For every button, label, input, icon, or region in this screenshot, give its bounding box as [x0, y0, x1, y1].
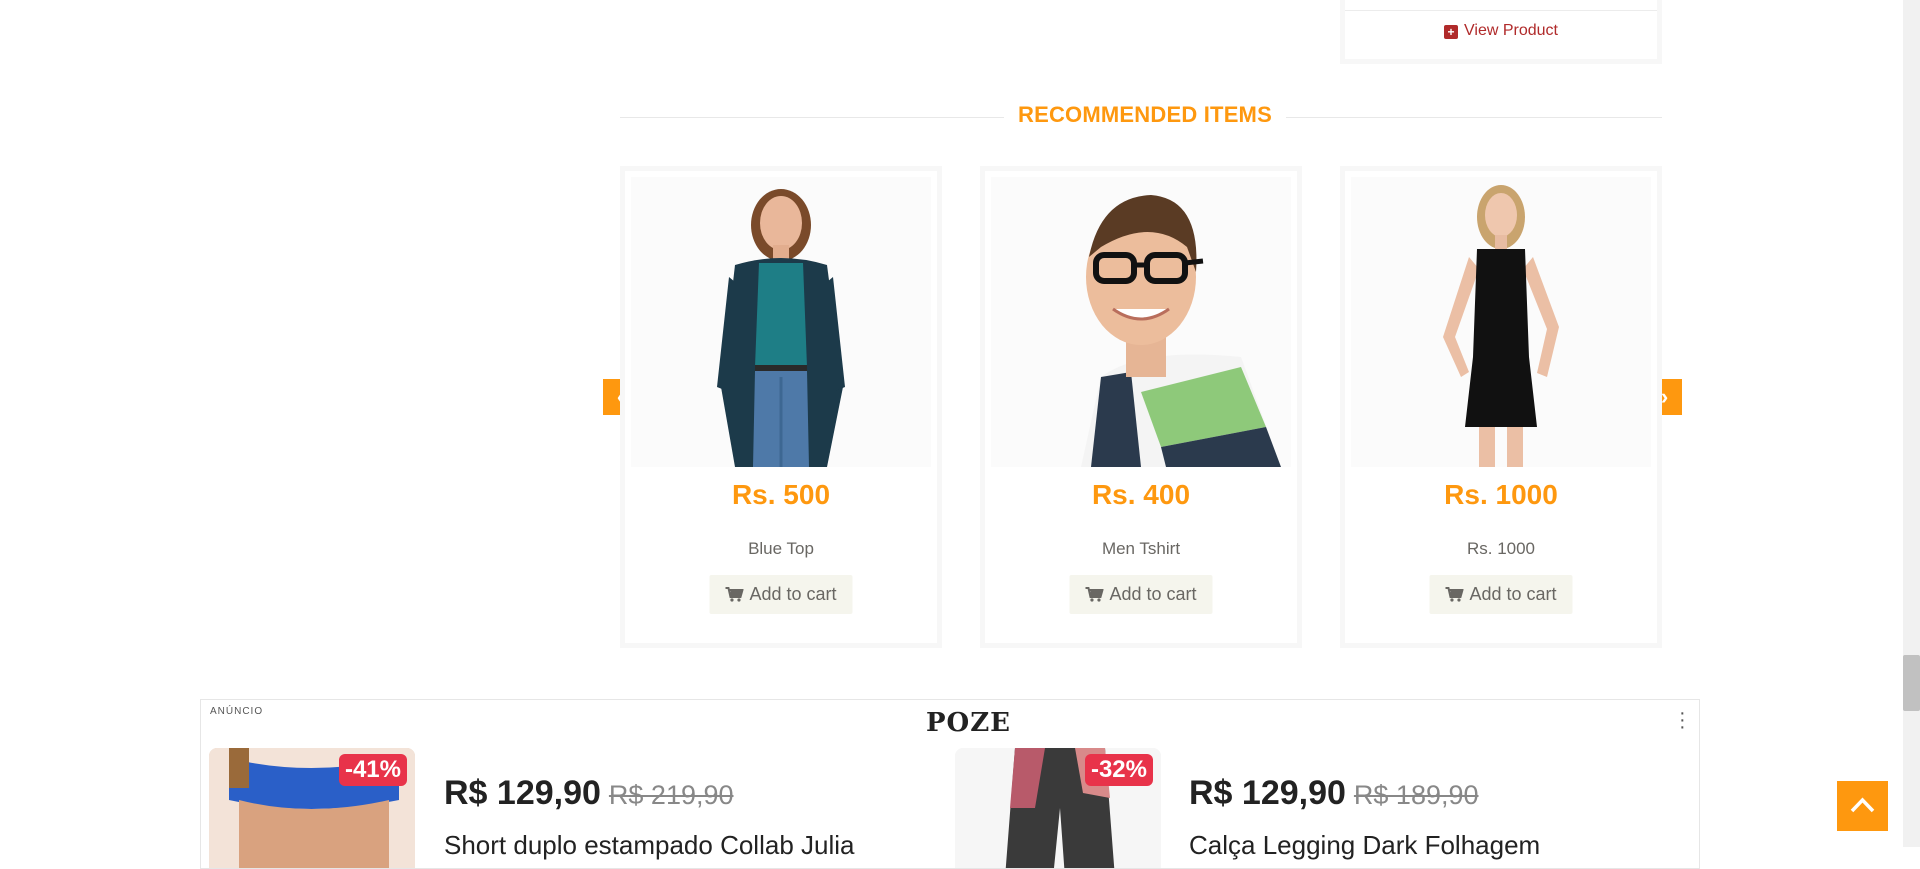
product-card: Rs. 1000 Rs. 1000 Add to cart: [1340, 166, 1662, 648]
product-price: Rs. 1000: [1444, 479, 1558, 510]
discount-badge: -41%: [338, 754, 407, 786]
view-product-link[interactable]: + View Product: [1345, 22, 1657, 40]
product-card: Rs. 500 Blue Top Add to cart: [620, 166, 942, 648]
product-price: Rs. 500: [731, 479, 831, 510]
ad-old-price: R$ 189,90: [1353, 780, 1479, 810]
ad-product-title[interactable]: Calça Legging Dark Folhagem: [1189, 830, 1540, 861]
product-price: Rs. 400: [1091, 479, 1191, 510]
add-to-cart-button[interactable]: Add to cart: [709, 575, 853, 614]
add-to-cart-button[interactable]: Add to cart: [1429, 575, 1573, 614]
add-to-cart-button[interactable]: Add to cart: [1069, 575, 1213, 614]
product-image: [991, 177, 1291, 467]
ad-banner[interactable]: ANÚNCIO POZE · · · -41% R$ 129,90 R$ 219,90…: [200, 699, 1700, 869]
product-name: Men Tshirt: [1101, 539, 1181, 558]
chevron-up-icon: [1850, 797, 1875, 813]
card-divider: [1345, 10, 1657, 11]
recommended-items-title: RECOMMENDED ITEMS: [1004, 102, 1286, 128]
ad-product-title[interactable]: Short duplo estampado Collab Julia: [444, 830, 854, 861]
product-name: Rs. 1000: [1466, 539, 1536, 558]
plus-square-icon: +: [1444, 25, 1458, 39]
product-name: Blue Top: [748, 539, 814, 558]
ad-product-image[interactable]: -41%: [209, 748, 415, 868]
ad-current-price: R$ 129,90: [444, 774, 601, 812]
add-to-cart-label: Add to cart: [1109, 584, 1197, 604]
ad-price: R$ 129,90 R$ 189,90: [1189, 774, 1479, 813]
product-card: Rs. 400 Men Tshirt Add to cart: [980, 166, 1302, 648]
product-image: [1351, 177, 1651, 467]
add-to-cart-label: Add to cart: [749, 584, 837, 604]
scrollbar-thumb[interactable]: [1903, 655, 1920, 711]
scroll-to-top-button[interactable]: [1837, 781, 1888, 831]
product-image: [631, 177, 931, 467]
more-vertical-icon[interactable]: · · ·: [1679, 703, 1686, 737]
previous-product-card: + View Product: [1340, 0, 1662, 64]
add-to-cart-label: Add to cart: [1469, 584, 1557, 604]
page-scrollbar[interactable]: [1903, 0, 1920, 847]
ad-brand-logo[interactable]: POZE: [926, 708, 1011, 738]
ad-price: R$ 129,90 R$ 219,90: [444, 774, 734, 813]
ad-product-image[interactable]: -32%: [955, 748, 1161, 868]
shopping-cart-icon: [1445, 587, 1464, 602]
discount-badge: -32%: [1084, 754, 1153, 786]
ad-current-price: R$ 129,90: [1189, 774, 1346, 812]
ad-old-price: R$ 219,90: [608, 780, 734, 810]
ad-label: ANÚNCIO: [210, 706, 264, 717]
shopping-cart-icon: [1085, 587, 1104, 602]
shopping-cart-icon: [725, 587, 744, 602]
view-product-label: View Product: [1464, 22, 1558, 39]
